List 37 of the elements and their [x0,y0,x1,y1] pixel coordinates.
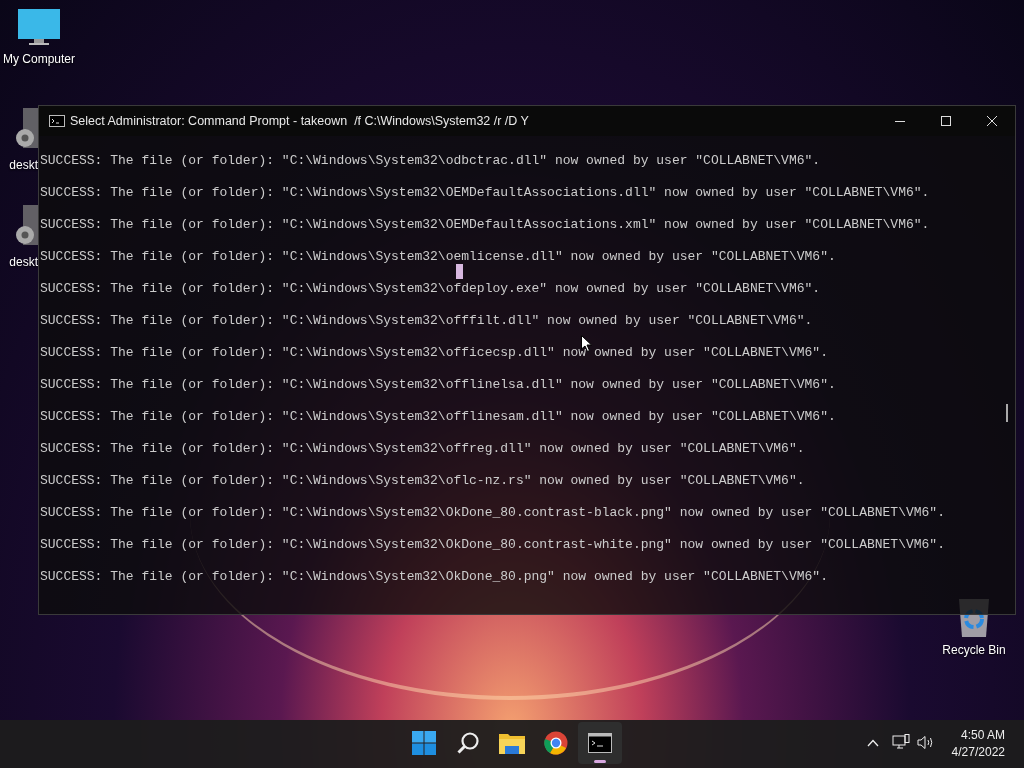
console-output-line: SUCCESS: The file (or folder): "C:\Windows\System32\oflc-nz.rs" now owned by user "COLLABNET\VM6". [40,472,805,489]
console-icon [588,733,612,753]
console-output-line: SUCCESS: The file (or folder): "C:\Windows\System32\OEMDefaultAssociations.dll" now owned by user "COLLABNET\VM6". [40,184,930,201]
search-icon [456,731,480,755]
taskbar-app-button[interactable] [578,722,622,764]
console-output-line: SUCCESS: The file (or folder): "C:\Windows\System32\OEMDefaultAssociations.xml" now owned by user "COLLABNET\VM6". [40,216,930,233]
console-output-line: SUCCESS: The file (or folder): "C:\Windows\System32\officecsp.dll" now owned by user "COLLABNET\VM6". [40,344,828,361]
maximize-icon [941,116,951,126]
console-icon [49,115,65,127]
console-output-line: SUCCESS: The file (or folder): "C:\Windows\System32\OkDone_80.contrast-black.png" now owned by user "COLLABNET\VM6". [40,504,945,521]
console-output-line: SUCCESS: The file (or folder): "C:\Windows\System32\offfilt.dll" now owned by user "COLLABNET\VM6". [40,312,813,329]
network-icon[interactable] [892,734,910,751]
console-output-line: SUCCESS: The file (or folder): "C:\Windows\System32\offlinelsa.dll" now owned by user "COLLABNET\VM6". [40,376,836,393]
minimize-icon [895,120,905,122]
clock-time[interactable]: 4:50 AM [960,727,1005,744]
desktop-icon-label: My Computer [3,51,75,68]
clock-date[interactable]: 4/27/2022 [951,744,1005,761]
scrollbar-thumb[interactable] [1006,404,1008,422]
close-icon [987,116,997,126]
windows-logo-icon [412,731,436,755]
folder-icon [499,732,525,754]
console-output-line: SUCCESS: The file (or folder): "C:\Windows\System32\OkDone_80.contrast-white.png" now owned by user "COLLABNET\VM6". [40,536,945,553]
browser-icon [544,731,568,755]
window-title: Select Administrator: Command Prompt - takeown /f C:\Windows\System32 /r /D Y [70,112,529,130]
desktop-icon-label: deskt [9,157,38,174]
chevron-up-icon[interactable] [867,739,879,747]
desktop-icon-label: Recycle Bin [942,642,1006,659]
desktop-icon-label: deskt [9,254,38,271]
console-output-line: SUCCESS: The file (or folder): "C:\Windows\System32\offreg.dll" now owned by user "COLLABNET\VM6". [40,440,805,457]
console-output-line: SUCCESS: The file (or folder): "C:\Windows\System32\ofdeploy.exe" now owned by user "COLLABNET\VM6". [40,280,821,297]
monitor-icon [17,8,61,48]
console-output-line: SUCCESS: The file (or folder): "C:\Windows\System32\offlinesam.dll" now owned by user "COLLABNET\VM6". [40,408,836,425]
text-cursor [456,264,463,279]
console-output-line: SUCCESS: The file (or folder): "C:\Windows\System32\odbctrac.dll" now owned by user "COLLABNET\VM6". [40,152,821,169]
console-output-line: SUCCESS: The file (or folder): "C:\Windows\System32\OkDone_80.png" now owned by user "COLLABNET\VM6". [40,568,828,585]
console-output-line: SUCCESS: The file (or folder): "C:\Windows\System32\oemlicense.dll" now owned by user "COLLABNET\VM6". [40,248,836,265]
speaker-icon[interactable] [917,735,935,750]
